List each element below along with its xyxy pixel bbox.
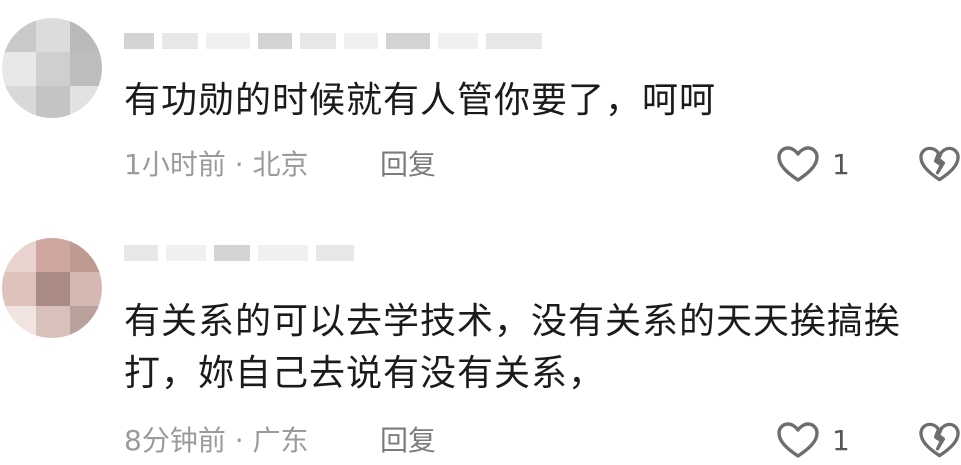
username-redacted[interactable] bbox=[124, 26, 542, 56]
comment-item: 有功勋的时候就有人管你要了，呵呵 1小时前 · 北京 回复 1 bbox=[0, 0, 961, 205]
comment-text: 有功勋的时候就有人管你要了，呵呵 bbox=[124, 80, 717, 121]
username-redacted[interactable] bbox=[124, 238, 354, 268]
heart-outline-icon bbox=[777, 422, 819, 458]
comment-item: 有关系的可以去学技术，没有关系的天天挨搞挨打，妳自己去说有没有关系， 8分钟前 … bbox=[0, 220, 961, 465]
like-count: 1 bbox=[832, 424, 850, 457]
broken-heart-icon bbox=[919, 422, 960, 458]
like-count: 1 bbox=[832, 148, 850, 181]
like-button[interactable]: 1 bbox=[776, 421, 850, 461]
comment-meta: 8分钟前 · 广东 bbox=[124, 424, 309, 457]
broken-heart-icon bbox=[919, 146, 960, 182]
avatar[interactable] bbox=[2, 238, 102, 338]
dislike-button[interactable] bbox=[918, 145, 961, 185]
avatar[interactable] bbox=[2, 18, 102, 118]
dislike-button[interactable] bbox=[918, 421, 961, 461]
reply-button[interactable]: 回复 bbox=[380, 421, 436, 461]
like-button[interactable]: 1 bbox=[776, 145, 850, 185]
heart-outline-icon bbox=[777, 146, 819, 182]
comment-text: 有关系的可以去学技术，没有关系的天天挨搞挨打，妳自己去说有没有关系， bbox=[124, 301, 902, 394]
comment-meta: 1小时前 · 北京 bbox=[124, 148, 309, 181]
reply-button[interactable]: 回复 bbox=[380, 145, 436, 185]
